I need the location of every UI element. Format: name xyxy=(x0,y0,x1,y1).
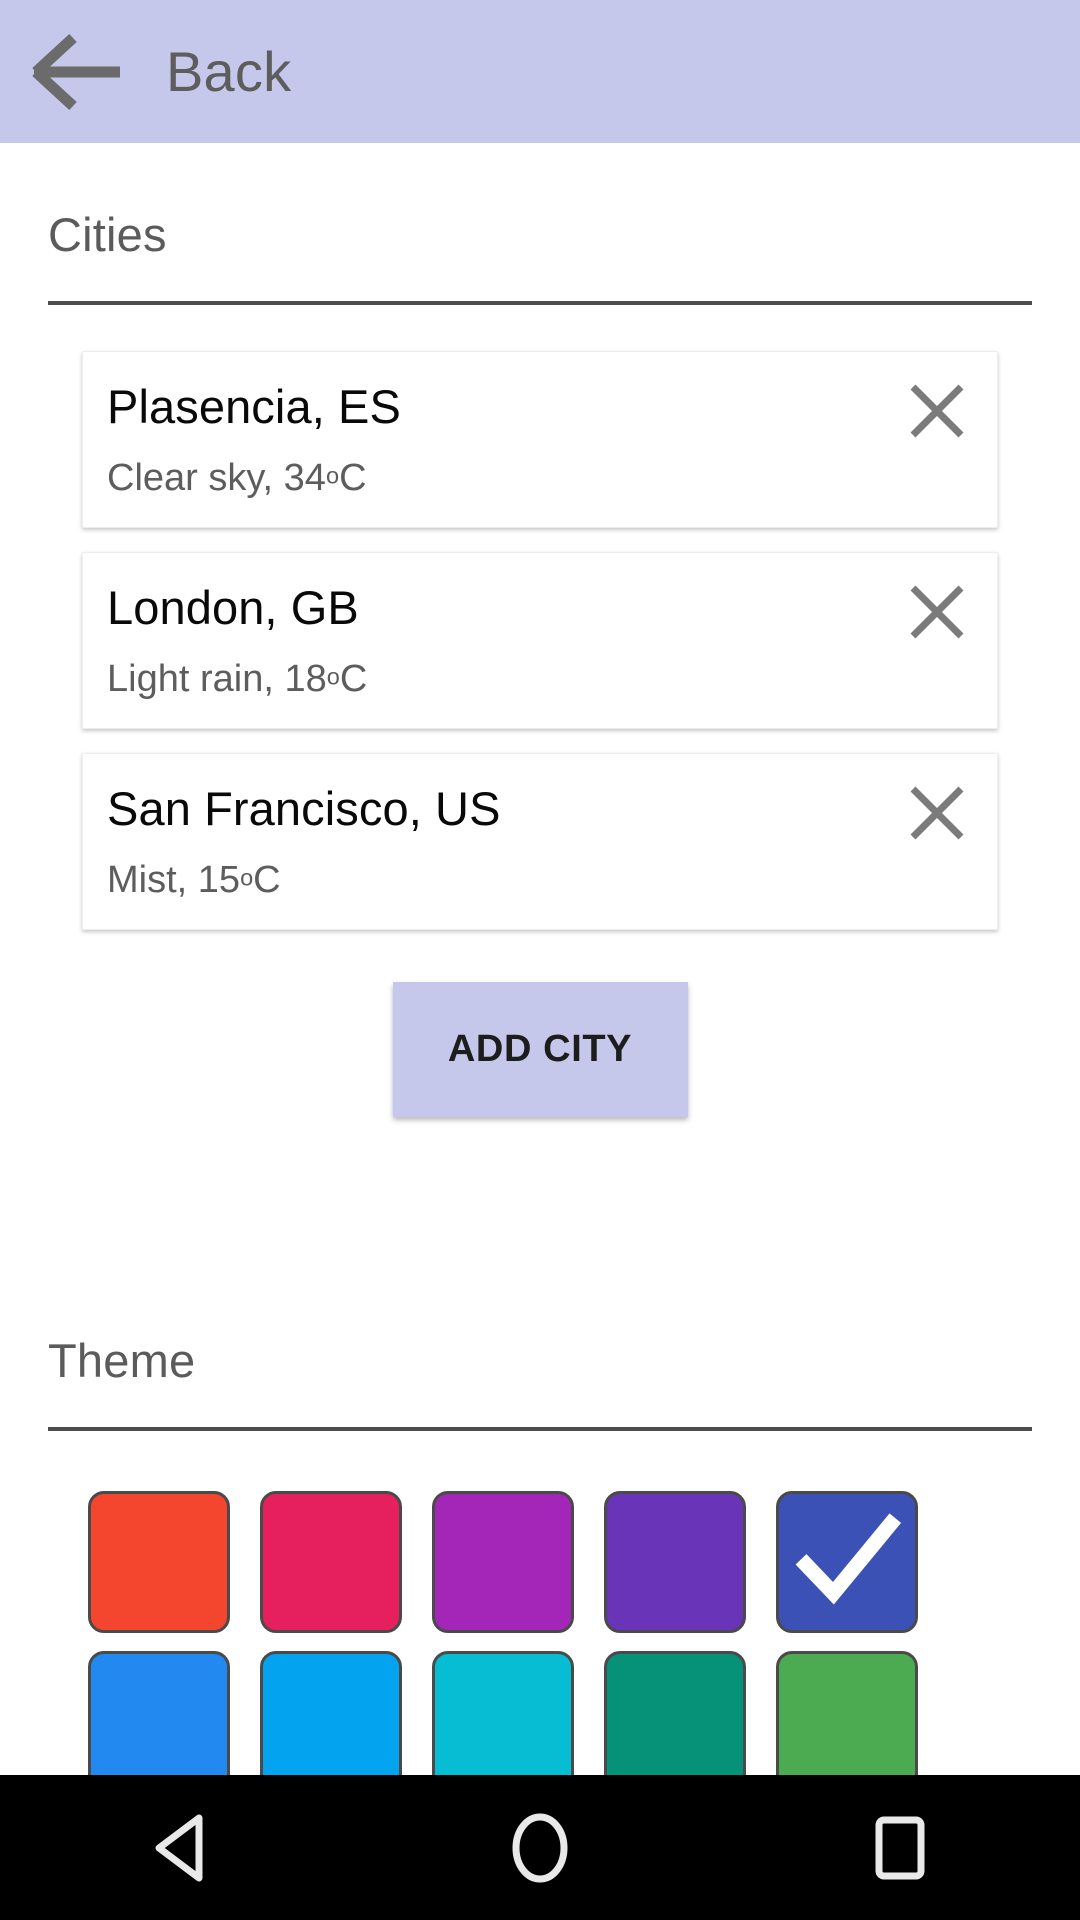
city-name: Plasencia, ES xyxy=(107,379,401,433)
theme-swatch-light-blue[interactable] xyxy=(260,1651,402,1793)
city-info: Plasencia, ES Clear sky, 34oC xyxy=(107,383,877,497)
theme-swatch-grid xyxy=(88,1491,1080,1793)
theme-swatch-blue[interactable] xyxy=(88,1651,230,1793)
theme-section-title: Theme xyxy=(48,1334,196,1387)
close-icon xyxy=(910,786,964,840)
theme-section: Theme xyxy=(0,1269,1080,1793)
theme-swatch-pink[interactable] xyxy=(260,1491,402,1633)
nav-home-button[interactable] xyxy=(460,1775,620,1920)
content-area: Cities Plasencia, ES Clear sky, 34oC Lon… xyxy=(0,143,1080,1811)
theme-swatch-green[interactable] xyxy=(776,1651,918,1793)
circle-icon xyxy=(512,1813,568,1882)
nav-back-button[interactable] xyxy=(100,1775,260,1920)
theme-section-divider xyxy=(48,1427,1032,1431)
theme-swatch-indigo[interactable] xyxy=(776,1491,918,1633)
theme-swatch-row xyxy=(88,1651,1080,1793)
theme-swatch-cyan[interactable] xyxy=(432,1651,574,1793)
cities-list: Plasencia, ES Clear sky, 34oC London, GB xyxy=(0,351,1080,930)
remove-city-button[interactable] xyxy=(877,552,997,729)
settings-screen: Back Cities Plasencia, ES Clear sky, 34o… xyxy=(0,0,1080,1920)
back-arrow-icon[interactable] xyxy=(28,32,128,112)
android-nav-bar xyxy=(0,1775,1080,1920)
check-icon xyxy=(795,1513,902,1605)
triangle-left-icon xyxy=(155,1814,203,1881)
close-icon xyxy=(910,384,964,438)
city-temperature: 34 xyxy=(283,456,326,499)
remove-city-button[interactable] xyxy=(877,753,997,930)
city-condition: Clear sky, xyxy=(107,456,284,499)
degree-symbol: o xyxy=(240,863,254,890)
close-icon xyxy=(910,585,964,639)
temperature-unit: C xyxy=(339,456,367,499)
city-weather: Light rain, 18oC xyxy=(107,660,877,698)
city-name: London, GB xyxy=(107,580,359,634)
city-info: San Francisco, US Mist, 15oC xyxy=(107,785,877,899)
theme-swatch-deep-purple[interactable] xyxy=(604,1491,746,1633)
app-bar-title[interactable]: Back xyxy=(166,43,291,100)
city-condition: Light rain, xyxy=(107,657,285,700)
city-card[interactable]: London, GB Light rain, 18oC xyxy=(82,552,998,729)
cities-section-title: Cities xyxy=(48,208,167,261)
theme-section-header: Theme xyxy=(48,1269,1032,1431)
theme-swatch-row xyxy=(88,1491,1080,1633)
cities-section-header: Cities xyxy=(48,143,1032,305)
temperature-unit: C xyxy=(253,858,281,901)
add-city-button[interactable]: ADD CITY xyxy=(392,982,688,1117)
city-name: San Francisco, US xyxy=(107,781,501,835)
theme-swatch-teal[interactable] xyxy=(604,1651,746,1793)
city-condition: Mist, xyxy=(107,858,198,901)
theme-swatch-purple[interactable] xyxy=(432,1491,574,1633)
theme-swatch-red[interactable] xyxy=(88,1491,230,1633)
city-card[interactable]: Plasencia, ES Clear sky, 34oC xyxy=(82,351,998,528)
square-icon xyxy=(875,1816,925,1879)
city-weather: Clear sky, 34oC xyxy=(107,459,877,497)
city-temperature: 15 xyxy=(197,858,241,901)
city-card[interactable]: San Francisco, US Mist, 15oC xyxy=(82,753,998,930)
cities-section-divider xyxy=(48,301,1032,305)
degree-symbol: o xyxy=(325,461,340,488)
city-weather: Mist, 15oC xyxy=(107,861,877,899)
city-temperature: 18 xyxy=(284,657,327,700)
degree-symbol: o xyxy=(326,662,340,689)
add-city-row: ADD CITY xyxy=(0,982,1080,1117)
nav-recents-button[interactable] xyxy=(820,1775,980,1920)
city-info: London, GB Light rain, 18oC xyxy=(107,584,877,698)
remove-city-button[interactable] xyxy=(877,351,997,528)
temperature-unit: C xyxy=(339,657,368,700)
app-bar: Back xyxy=(0,0,1080,143)
